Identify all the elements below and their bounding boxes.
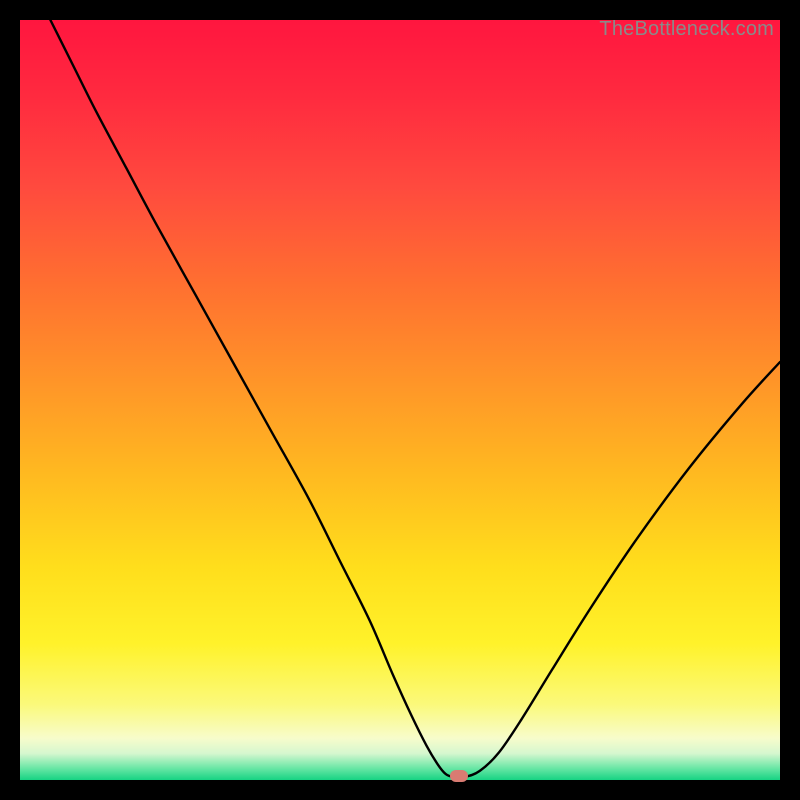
optimum-marker — [450, 770, 468, 782]
gradient-background — [20, 20, 780, 780]
chart-frame: TheBottleneck.com — [20, 20, 780, 780]
plot-area: TheBottleneck.com — [20, 20, 780, 780]
watermark-label: TheBottleneck.com — [599, 18, 774, 41]
bottleneck-chart — [20, 20, 780, 780]
